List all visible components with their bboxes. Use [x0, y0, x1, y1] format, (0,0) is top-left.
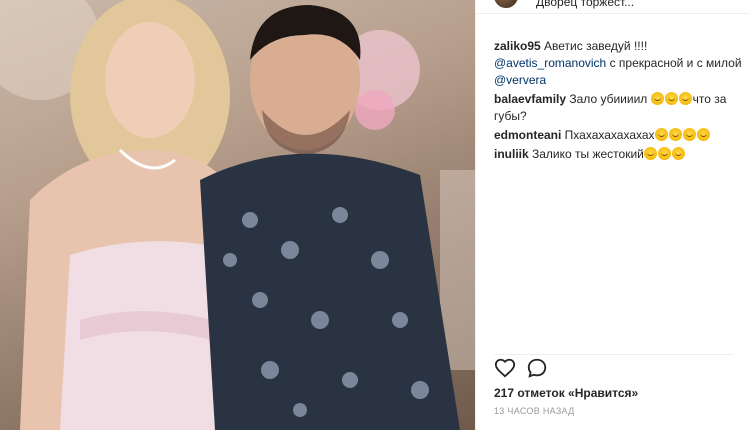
laughing-emoji-icon [657, 147, 671, 160]
post-header: Дворец торжест... [476, 0, 750, 14]
author-avatar[interactable] [494, 0, 518, 8]
comment-text: с прекрасной и с милой [606, 56, 742, 70]
comments-list: zaliko95 Аветис заведуй !!!! @avetis_rom… [494, 38, 742, 165]
laughing-emoji-icon [643, 147, 657, 160]
comment-text: Пхахахахахахах [561, 128, 655, 142]
comment-item: balaevfamily Зало убиииил что за губы? [494, 91, 742, 125]
comment-username[interactable]: inuliik [494, 147, 529, 161]
mention-link[interactable]: @ververa [494, 73, 546, 87]
laughing-emoji-icon [671, 147, 685, 160]
laughing-emoji-icon [678, 92, 692, 105]
comment-text: Залико ты жестокий [528, 147, 644, 161]
laughing-emoji-icon [668, 128, 682, 141]
comment-item: inuliik Залико ты жестокий [494, 146, 742, 163]
post-side-panel: Дворец торжест... zaliko95 Аветис заведу… [475, 0, 750, 430]
laughing-emoji-icon [682, 128, 696, 141]
post-timestamp[interactable]: 13 ЧАСОВ НАЗАД [494, 406, 575, 416]
comment-text: Аветис заведуй !!!! [540, 39, 648, 53]
comment-item: edmonteani Пхахахахахахах [494, 127, 742, 144]
post-photo[interactable] [0, 0, 475, 430]
comment-item: zaliko95 Аветис заведуй !!!! @avetis_rom… [494, 38, 742, 89]
likes-count[interactable]: 217 отметок «Нравится» [494, 386, 638, 400]
laughing-emoji-icon [696, 128, 710, 141]
comment-username[interactable]: zaliko95 [494, 39, 541, 53]
action-bar [494, 354, 734, 380]
laughing-emoji-icon [654, 128, 668, 141]
location-link[interactable]: Дворец торжест... [536, 0, 634, 9]
speech-bubble-icon[interactable] [526, 357, 550, 381]
comment-text: Зало убиииил [566, 92, 651, 106]
photo-illustration [0, 0, 475, 430]
heart-icon[interactable] [494, 357, 518, 381]
laughing-emoji-icon [664, 92, 678, 105]
mention-link[interactable]: @avetis_romanovich [494, 56, 606, 70]
laughing-emoji-icon [650, 92, 664, 105]
comment-username[interactable]: balaevfamily [494, 92, 566, 106]
comment-username[interactable]: edmonteani [494, 128, 561, 142]
